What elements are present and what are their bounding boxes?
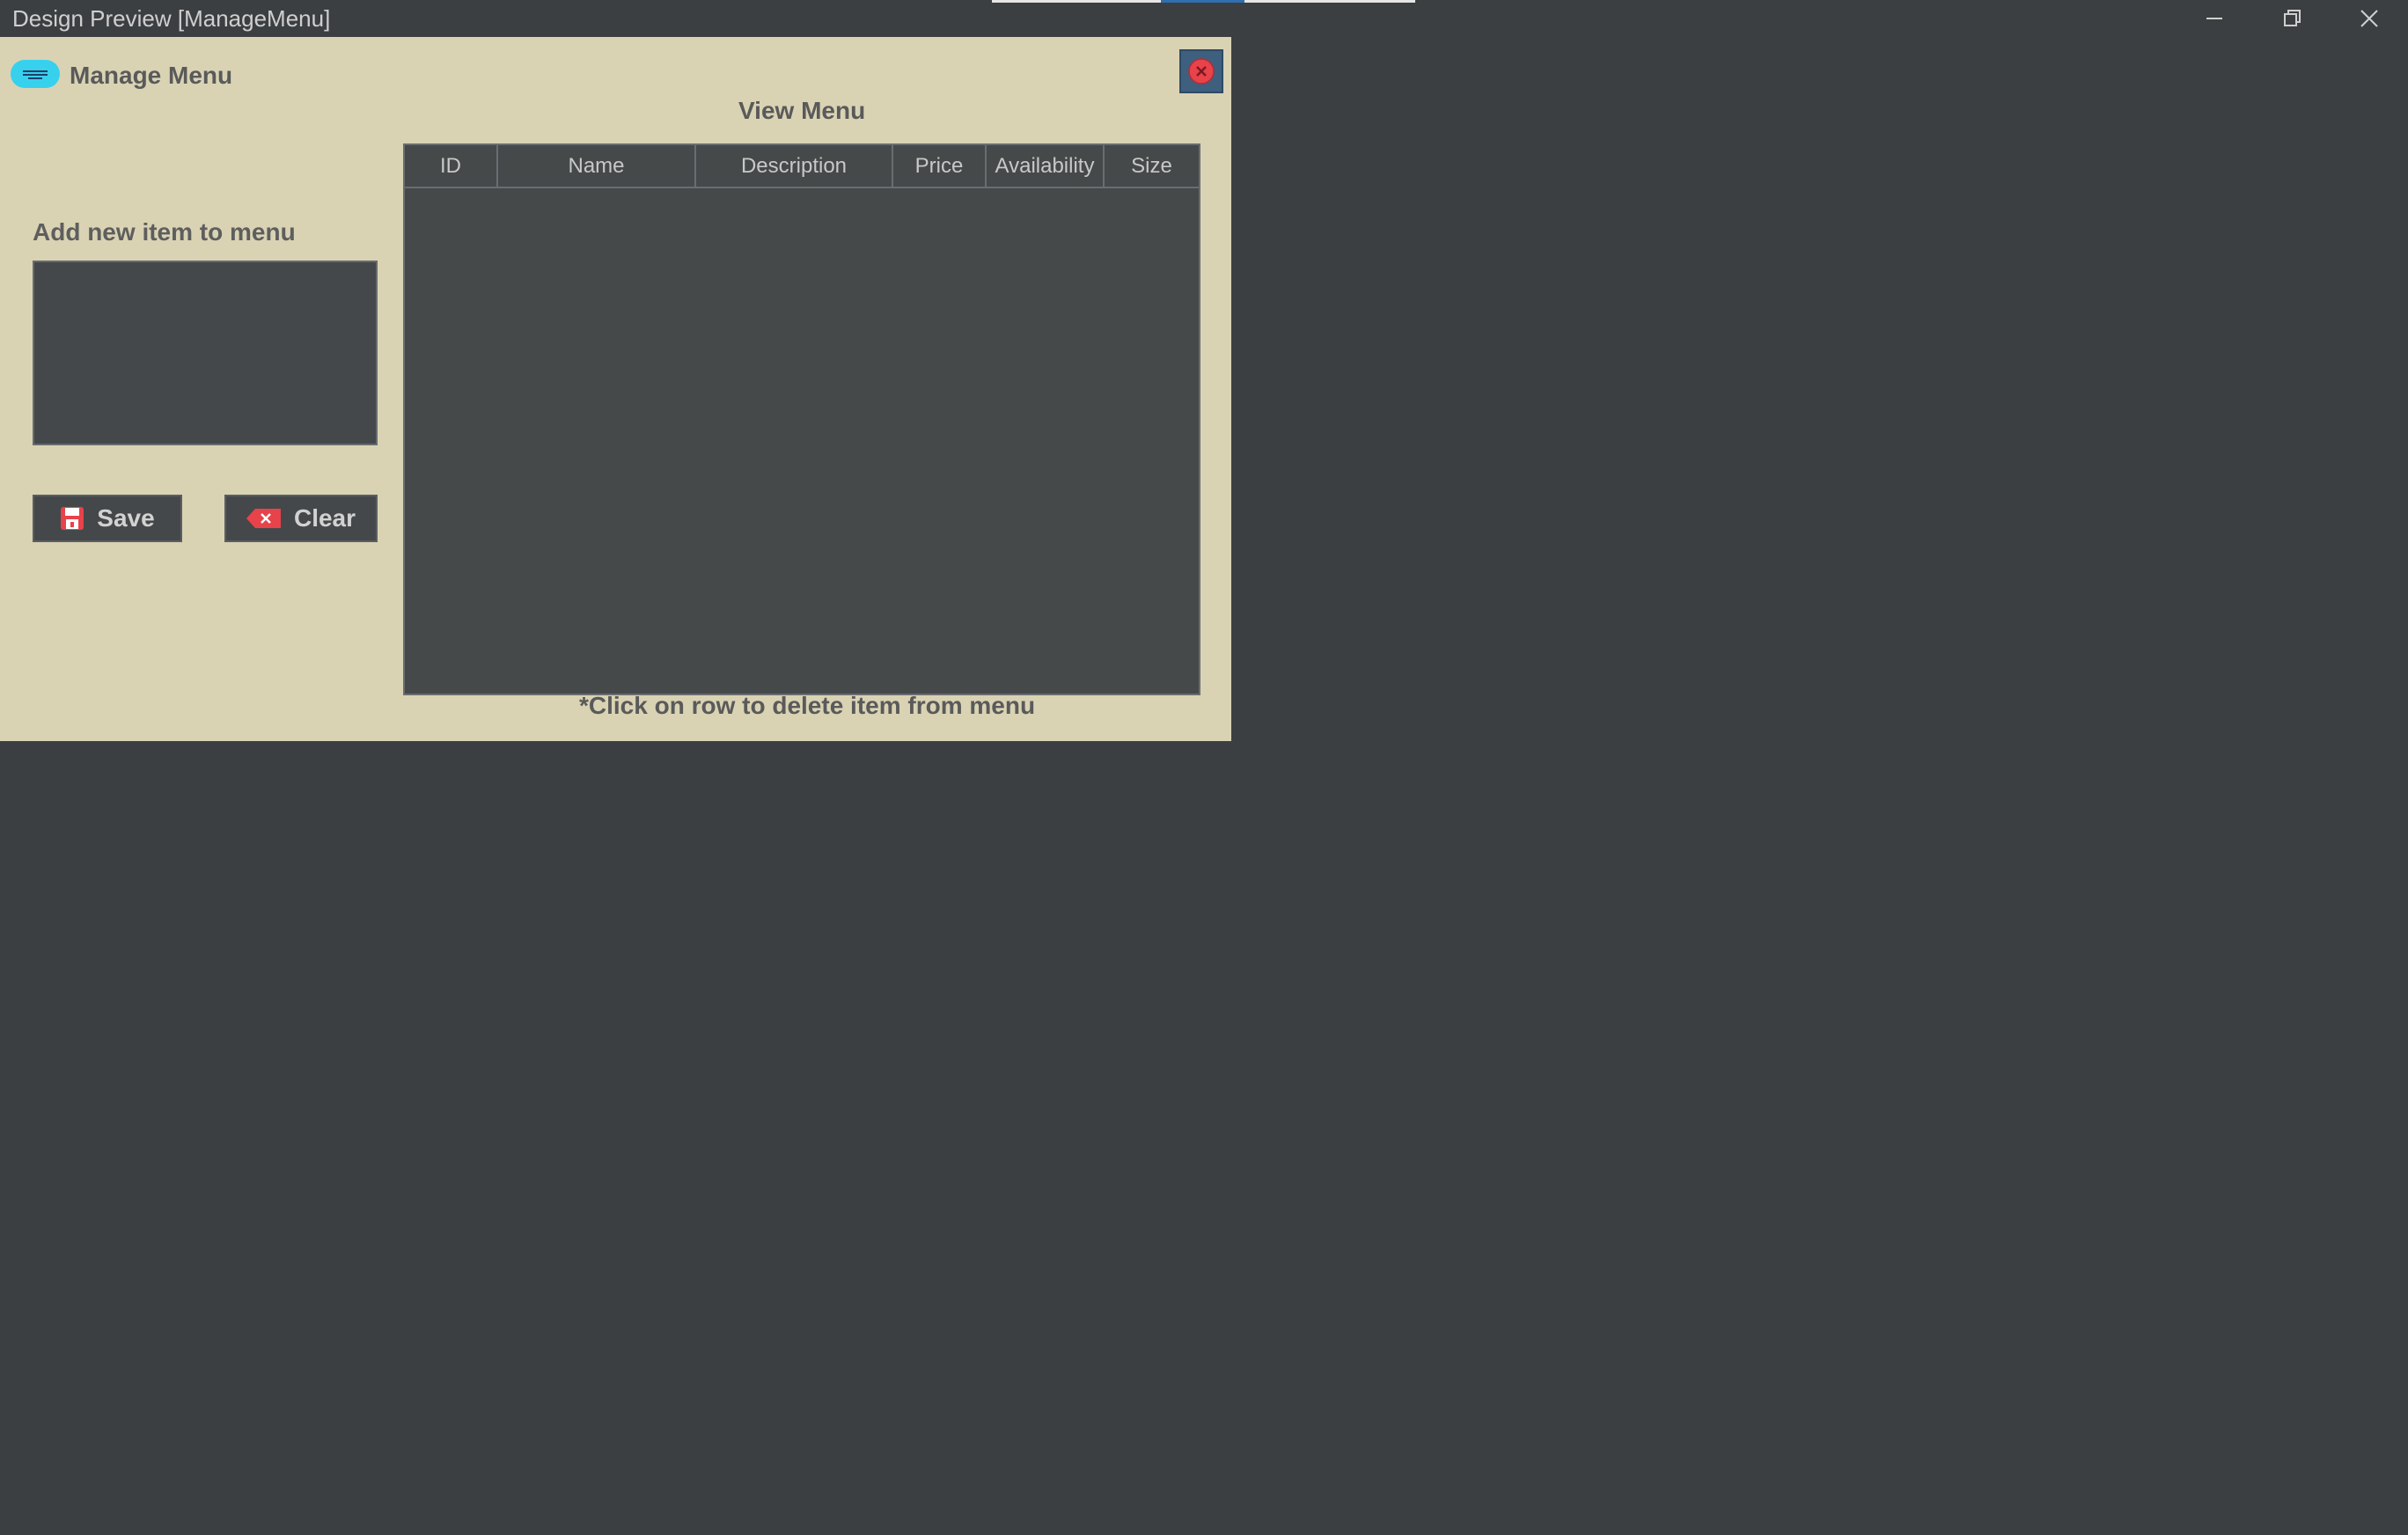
window-title: Design Preview [ManageMenu] (12, 5, 331, 32)
column-header-id[interactable]: ID (405, 145, 498, 187)
titlebar-accent-right (1244, 0, 1415, 3)
save-button[interactable]: Save (33, 495, 182, 542)
titlebar-accent-mid (1161, 0, 1244, 3)
clear-button-label: Clear (293, 504, 356, 532)
restore-icon (2284, 10, 2301, 26)
frame-close-button[interactable] (1179, 49, 1223, 93)
menu-table[interactable]: ID Name Description Price Availability S… (403, 143, 1200, 695)
close-circle-icon (1188, 58, 1215, 84)
column-header-name[interactable]: Name (498, 145, 696, 187)
minimize-icon (2206, 18, 2222, 19)
save-button-label: Save (97, 504, 155, 532)
close-icon (2360, 10, 2378, 27)
window-titlebar: Design Preview [ManageMenu] (0, 0, 2408, 37)
column-header-price[interactable]: Price (893, 145, 987, 187)
floppy-disk-icon (61, 507, 84, 530)
clear-button[interactable]: Clear (224, 495, 378, 542)
column-header-size[interactable]: Size (1105, 145, 1199, 187)
view-menu-title: View Menu (738, 97, 866, 124)
menu-icon (11, 60, 60, 88)
window-close-button[interactable] (2331, 0, 2407, 37)
delete-hint: *Click on row to delete item from menu (579, 692, 1036, 719)
table-header: ID Name Description Price Availability S… (405, 145, 1199, 188)
column-header-availability[interactable]: Availability (987, 145, 1105, 187)
frame-heading: Manage Menu (70, 62, 233, 89)
titlebar-accent-left (992, 0, 1161, 3)
minimize-button[interactable] (2177, 0, 2252, 37)
backspace-x-icon (246, 509, 281, 528)
add-item-input-area[interactable] (33, 261, 378, 445)
add-item-label: Add new item to menu (33, 218, 296, 246)
manage-menu-frame: Manage Menu View Menu Add new item to me… (0, 37, 1231, 741)
column-header-description[interactable]: Description (696, 145, 893, 187)
table-body[interactable] (405, 188, 1199, 694)
restore-button[interactable] (2254, 0, 2330, 37)
